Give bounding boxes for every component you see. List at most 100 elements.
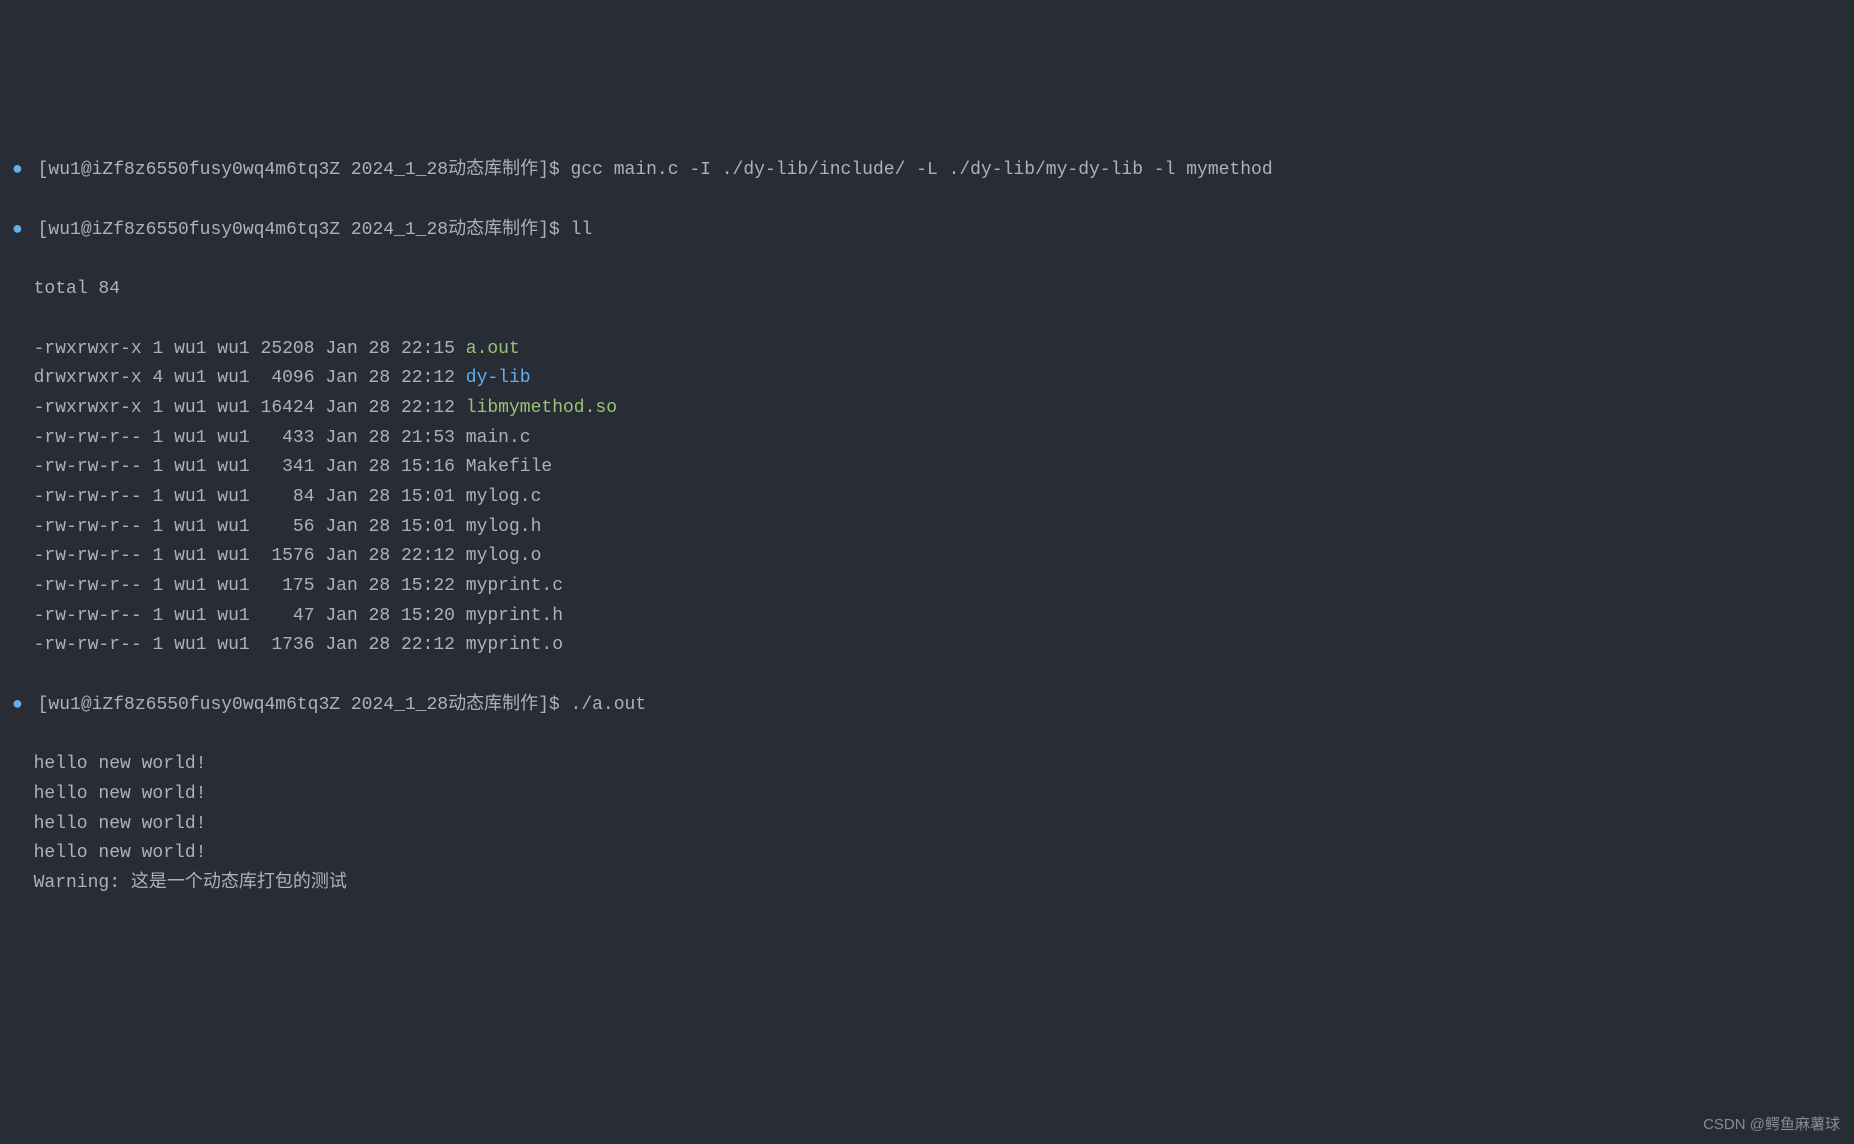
file-row: -rw-rw-r-- 1 wu1 wu1 84 Jan 28 15:01 myl… bbox=[12, 483, 1842, 513]
file-permissions: -rw-rw-r-- bbox=[34, 517, 142, 537]
file-group: wu1 bbox=[217, 635, 249, 655]
file-row: -rw-rw-r-- 1 wu1 wu1 341 Jan 28 15:16 Ma… bbox=[12, 453, 1842, 483]
file-name: myprint.c bbox=[466, 576, 563, 596]
file-size: 1736 bbox=[261, 635, 315, 655]
file-date: Jan 28 15:20 bbox=[325, 606, 455, 626]
file-date: Jan 28 22:12 bbox=[325, 635, 455, 655]
file-permissions: -rw-rw-r-- bbox=[34, 606, 142, 626]
file-links: 1 bbox=[152, 457, 163, 477]
file-date: Jan 28 15:22 bbox=[325, 576, 455, 596]
file-size: 84 bbox=[261, 487, 315, 507]
file-name: libmymethod.so bbox=[466, 398, 617, 418]
terminal-output: ● [wu1@iZf8z6550fusy0wq4m6tq3Z 2024_1_28… bbox=[12, 127, 1842, 929]
file-links: 1 bbox=[152, 517, 163, 537]
file-date: Jan 28 15:01 bbox=[325, 517, 455, 537]
bullet-icon: ● bbox=[12, 160, 23, 180]
file-row: -rw-rw-r-- 1 wu1 wu1 47 Jan 28 15:20 myp… bbox=[12, 602, 1842, 632]
file-permissions: -rw-rw-r-- bbox=[34, 428, 142, 448]
file-date: Jan 28 22:15 bbox=[325, 339, 455, 359]
file-owner: wu1 bbox=[174, 368, 206, 388]
shell-prompt: [wu1@iZf8z6550fusy0wq4m6tq3Z 2024_1_28动态… bbox=[38, 160, 560, 180]
file-owner: wu1 bbox=[174, 635, 206, 655]
file-size: 175 bbox=[261, 576, 315, 596]
file-date: Jan 28 15:01 bbox=[325, 487, 455, 507]
file-name: Makefile bbox=[466, 457, 552, 477]
file-date: Jan 28 22:12 bbox=[325, 398, 455, 418]
file-group: wu1 bbox=[217, 606, 249, 626]
file-permissions: -rwxrwxr-x bbox=[34, 398, 142, 418]
command-line-run: ● [wu1@iZf8z6550fusy0wq4m6tq3Z 2024_1_28… bbox=[12, 691, 1842, 721]
file-row: -rw-rw-r-- 1 wu1 wu1 1736 Jan 28 22:12 m… bbox=[12, 631, 1842, 661]
file-size: 56 bbox=[261, 517, 315, 537]
command-line-gcc: ● [wu1@iZf8z6550fusy0wq4m6tq3Z 2024_1_28… bbox=[12, 156, 1842, 186]
file-group: wu1 bbox=[217, 546, 249, 566]
file-links: 1 bbox=[152, 398, 163, 418]
file-name: myprint.h bbox=[466, 606, 563, 626]
file-size: 47 bbox=[261, 606, 315, 626]
file-owner: wu1 bbox=[174, 576, 206, 596]
file-links: 1 bbox=[152, 546, 163, 566]
file-group: wu1 bbox=[217, 517, 249, 537]
total-line: total 84 bbox=[12, 275, 1842, 305]
file-name: mylog.o bbox=[466, 546, 542, 566]
file-permissions: drwxrwxr-x bbox=[34, 368, 142, 388]
output-line: hello new world! bbox=[12, 780, 1842, 810]
run-command: ./a.out bbox=[571, 695, 647, 715]
file-name: main.c bbox=[466, 428, 531, 448]
file-group: wu1 bbox=[217, 487, 249, 507]
file-permissions: -rw-rw-r-- bbox=[34, 635, 142, 655]
file-name: myprint.o bbox=[466, 635, 563, 655]
file-row: drwxrwxr-x 4 wu1 wu1 4096 Jan 28 22:12 d… bbox=[12, 364, 1842, 394]
file-permissions: -rw-rw-r-- bbox=[34, 546, 142, 566]
file-row: -rwxrwxr-x 1 wu1 wu1 25208 Jan 28 22:15 … bbox=[12, 335, 1842, 365]
file-owner: wu1 bbox=[174, 487, 206, 507]
output-line: hello new world! bbox=[12, 750, 1842, 780]
file-owner: wu1 bbox=[174, 339, 206, 359]
file-group: wu1 bbox=[217, 398, 249, 418]
file-size: 433 bbox=[261, 428, 315, 448]
file-size: 16424 bbox=[261, 398, 315, 418]
file-group: wu1 bbox=[217, 457, 249, 477]
watermark: CSDN @鳄鱼麻薯球 bbox=[1703, 1113, 1840, 1138]
file-size: 25208 bbox=[261, 339, 315, 359]
file-date: Jan 28 22:12 bbox=[325, 546, 455, 566]
file-date: Jan 28 22:12 bbox=[325, 368, 455, 388]
file-row: -rw-rw-r-- 1 wu1 wu1 56 Jan 28 15:01 myl… bbox=[12, 513, 1842, 543]
file-group: wu1 bbox=[217, 576, 249, 596]
file-row: -rwxrwxr-x 1 wu1 wu1 16424 Jan 28 22:12 … bbox=[12, 394, 1842, 424]
file-permissions: -rw-rw-r-- bbox=[34, 457, 142, 477]
file-listing: -rwxrwxr-x 1 wu1 wu1 25208 Jan 28 22:15 … bbox=[12, 335, 1842, 662]
file-owner: wu1 bbox=[174, 517, 206, 537]
file-row: -rw-rw-r-- 1 wu1 wu1 1576 Jan 28 22:12 m… bbox=[12, 542, 1842, 572]
file-owner: wu1 bbox=[174, 457, 206, 477]
file-owner: wu1 bbox=[174, 428, 206, 448]
file-permissions: -rw-rw-r-- bbox=[34, 487, 142, 507]
file-links: 4 bbox=[152, 368, 163, 388]
file-owner: wu1 bbox=[174, 398, 206, 418]
command-line-ll: ● [wu1@iZf8z6550fusy0wq4m6tq3Z 2024_1_28… bbox=[12, 216, 1842, 246]
file-owner: wu1 bbox=[174, 546, 206, 566]
file-links: 1 bbox=[152, 339, 163, 359]
program-output: hello new world! hello new world! hello … bbox=[12, 750, 1842, 898]
file-name: dy-lib bbox=[466, 368, 531, 388]
bullet-icon: ● bbox=[12, 220, 23, 240]
output-line: hello new world! bbox=[12, 839, 1842, 869]
file-links: 1 bbox=[152, 576, 163, 596]
ll-command: ll bbox=[571, 220, 593, 240]
output-line: Warning: 这是一个动态库打包的测试 bbox=[12, 869, 1842, 899]
file-name: mylog.h bbox=[466, 517, 542, 537]
file-row: -rw-rw-r-- 1 wu1 wu1 175 Jan 28 15:22 my… bbox=[12, 572, 1842, 602]
file-group: wu1 bbox=[217, 339, 249, 359]
file-date: Jan 28 21:53 bbox=[325, 428, 455, 448]
file-size: 341 bbox=[261, 457, 315, 477]
shell-prompt: [wu1@iZf8z6550fusy0wq4m6tq3Z 2024_1_28动态… bbox=[38, 220, 560, 240]
file-date: Jan 28 15:16 bbox=[325, 457, 455, 477]
bullet-icon: ● bbox=[12, 695, 23, 715]
file-links: 1 bbox=[152, 428, 163, 448]
shell-prompt: [wu1@iZf8z6550fusy0wq4m6tq3Z 2024_1_28动态… bbox=[38, 695, 560, 715]
file-size: 4096 bbox=[261, 368, 315, 388]
file-group: wu1 bbox=[217, 368, 249, 388]
file-permissions: -rwxrwxr-x bbox=[34, 339, 142, 359]
file-group: wu1 bbox=[217, 428, 249, 448]
file-name: mylog.c bbox=[466, 487, 542, 507]
